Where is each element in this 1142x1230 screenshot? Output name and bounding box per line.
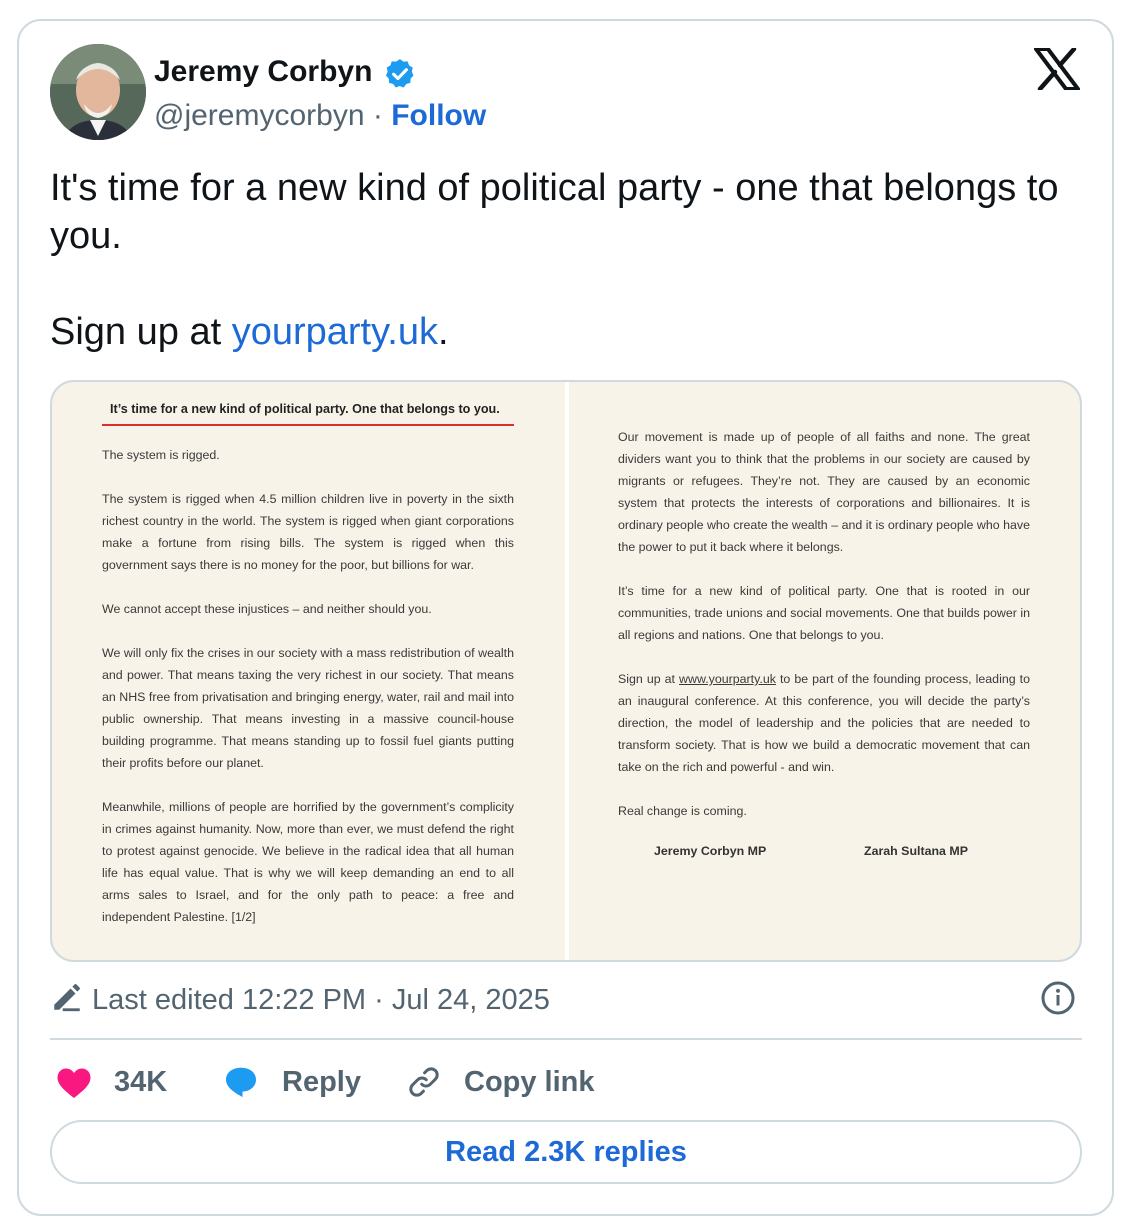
verified-badge-icon (385, 59, 414, 88)
closing-line: Real change is coming. (618, 804, 747, 818)
like-button[interactable]: 34K (56, 1060, 167, 1104)
heart-icon (57, 1068, 91, 1098)
copy-link-label: Copy link (464, 1066, 595, 1098)
yourparty-link[interactable]: yourparty.uk (232, 311, 438, 353)
right-page: Our movement is made up of people of all… (618, 426, 1030, 844)
read-replies-button[interactable]: Read 2.3K replies (50, 1120, 1082, 1184)
avatar[interactable] (50, 44, 146, 140)
pencil-icon (54, 984, 80, 1012)
author-handle[interactable]: @jeremycorbyn (154, 99, 365, 132)
reply-label: Reply (282, 1066, 361, 1098)
handle-row: @jeremycorbyn · Follow (154, 96, 486, 136)
like-count: 34K (114, 1066, 168, 1098)
signup-link: www.yourparty.uk (679, 672, 776, 686)
paragraph: Meanwhile, millions of people are horrif… (102, 800, 514, 924)
reply-button[interactable]: Reply (222, 1060, 361, 1104)
link-icon (409, 1067, 439, 1097)
document-title: It’s time for a new kind of political pa… (110, 402, 500, 416)
author-name[interactable]: Jeremy Corbyn (154, 52, 372, 92)
edited-text: Last edited 12:22 PM · Jul 24, 2025 (92, 984, 550, 1016)
divider (50, 1038, 1082, 1040)
follow-button[interactable]: Follow (391, 99, 486, 132)
signup-paragraph: Sign up at www.yourparty.uk to be part o… (618, 668, 1030, 778)
paragraph: It’s time for a new kind of political pa… (618, 584, 1030, 642)
signup-prefix: Sign up at (618, 672, 680, 686)
x-logo-icon[interactable] (1034, 48, 1080, 90)
attached-image[interactable]: It’s time for a new kind of political pa… (50, 380, 1082, 962)
paragraph: The system is rigged when 4.5 million ch… (102, 492, 514, 572)
separator: · (372, 99, 383, 132)
paragraph: We cannot accept these injustices – and … (102, 602, 432, 616)
paragraph: The system is rigged. (102, 448, 220, 462)
signup-prefix: Sign up at (50, 311, 232, 353)
tweet-line: It's time for a new kind of political pa… (50, 167, 1059, 257)
info-icon[interactable] (1040, 980, 1076, 1016)
signature-sultana: Zarah Sultana MP (864, 844, 968, 858)
profile-photo (50, 44, 146, 140)
edited-timestamp[interactable]: Last edited 12:22 PM · Jul 24, 2025 (50, 980, 550, 1020)
title-underline (102, 424, 514, 426)
left-page: The system is rigged. The system is rigg… (102, 444, 514, 950)
signup-rest: to be part of the founding process, lead… (618, 672, 1030, 774)
paragraph: Our movement is made up of people of all… (618, 430, 1030, 554)
paragraph: We will only fix the crises in our socie… (102, 646, 514, 770)
tweet-signup-line: Sign up at yourparty.uk. (50, 308, 1090, 356)
signature-corbyn: Jeremy Corbyn MP (654, 844, 767, 858)
speech-bubble-icon (226, 1067, 256, 1097)
tweet-text: It's time for a new kind of political pa… (50, 164, 1090, 356)
page-divider (565, 382, 569, 960)
signup-suffix: . (437, 311, 449, 353)
copy-link-button[interactable]: Copy link (406, 1060, 595, 1104)
